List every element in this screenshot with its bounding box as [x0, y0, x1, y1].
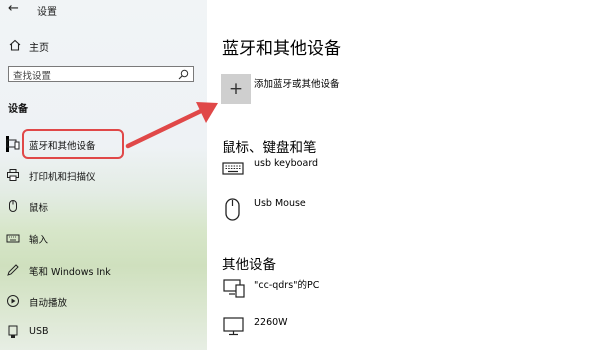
- plus-icon: +: [228, 79, 244, 99]
- mouse-icon: [225, 198, 240, 221]
- keyboard-icon: [6, 234, 20, 243]
- home-label: 主页: [29, 43, 49, 54]
- section-heading-other-devices: 其他设备: [222, 257, 276, 273]
- device-2260w[interactable]: 2260W: [222, 314, 522, 344]
- sidebar-item-label: USB: [29, 326, 49, 337]
- section-heading-devices: 设备: [8, 104, 28, 115]
- sidebar-item-label: 打印机和扫描仪: [29, 172, 96, 183]
- search-input[interactable]: 查找设置: [8, 66, 194, 82]
- sidebar-item-label: 输入: [29, 235, 49, 246]
- home-nav-item[interactable]: 主页: [8, 38, 198, 54]
- usb-icon: [8, 325, 18, 338]
- page-title: 蓝牙和其他设备: [222, 39, 341, 59]
- device-usb-mouse[interactable]: Usb Mouse: [222, 197, 522, 227]
- search-placeholder: 查找设置: [13, 71, 52, 82]
- sidebar-item-label: 笔和 Windows Ink: [29, 267, 111, 278]
- device-usb-keyboard[interactable]: usb keyboard: [222, 158, 522, 188]
- sidebar-item-mouse[interactable]: 鼠标: [6, 195, 201, 217]
- add-device-label[interactable]: 添加蓝牙或其他设备: [254, 76, 340, 90]
- computer-icon: [223, 279, 245, 298]
- monitor-icon: [223, 317, 244, 336]
- sidebar-item-usb[interactable]: USB: [6, 321, 201, 343]
- device-name: "cc-qdrs"的PC: [254, 280, 320, 291]
- pen-icon: [7, 264, 19, 276]
- add-device-button[interactable]: +: [221, 74, 251, 104]
- sidebar-item-printers[interactable]: 打印机和扫描仪: [6, 164, 201, 186]
- keyboard-icon: [222, 162, 244, 175]
- mouse-icon: [9, 200, 17, 212]
- sidebar-item-pen[interactable]: 笔和 Windows Ink: [6, 259, 201, 281]
- sidebar-item-label: 自动播放: [29, 298, 68, 309]
- search-icon[interactable]: [178, 69, 189, 80]
- title-bar: ← 设置: [0, 0, 207, 20]
- home-icon: [9, 39, 21, 51]
- sidebar: ← 设置 主页 查找设置 设备 蓝牙和其他设备 打印机和扫描仪 鼠标 输入 笔和…: [0, 0, 207, 350]
- printer-icon: [7, 169, 19, 181]
- sidebar-item-label: 鼠标: [29, 203, 49, 214]
- sidebar-item-input[interactable]: 输入: [6, 227, 201, 249]
- device-name: usb keyboard: [254, 158, 319, 169]
- bluetooth-devices-icon: [6, 139, 20, 150]
- sidebar-item-autoplay[interactable]: 自动播放: [6, 290, 201, 312]
- device-pc[interactable]: "cc-qdrs"的PC: [222, 276, 522, 306]
- section-heading-input-devices: 鼠标、键盘和笔: [222, 140, 317, 156]
- back-arrow-icon[interactable]: ←: [8, 1, 19, 17]
- highlight-box: [22, 129, 124, 159]
- window-title: 设置: [37, 7, 57, 18]
- device-name: Usb Mouse: [254, 198, 306, 209]
- device-name: 2260W: [254, 317, 288, 328]
- autoplay-icon: [7, 295, 19, 307]
